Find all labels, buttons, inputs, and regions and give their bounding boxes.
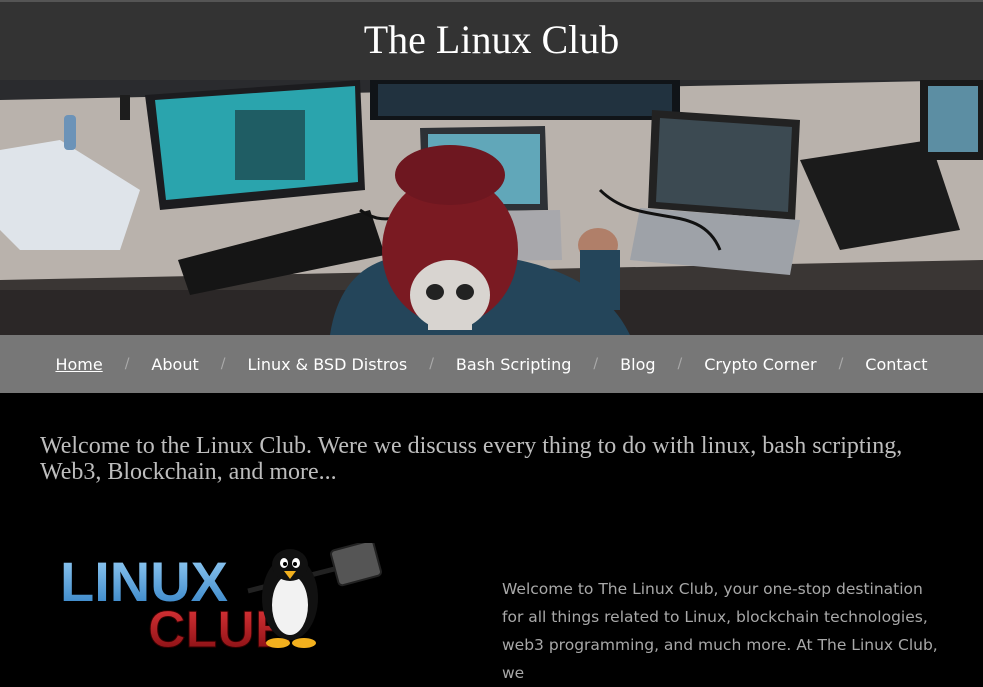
hero-banner-image — [0, 80, 983, 335]
welcome-heading: Welcome to the Linux Club. Were we discu… — [40, 433, 903, 485]
nav-separator: / — [220, 356, 226, 372]
hero-photo-illustration — [0, 80, 983, 335]
linux-club-logo: LINUX CLUB — [60, 543, 383, 653]
site-title: The Linux Club — [363, 17, 620, 62]
nav-item-home[interactable]: Home — [55, 355, 102, 374]
nav-item-bash-scripting[interactable]: Bash Scripting — [456, 355, 572, 374]
nav-item-blog[interactable]: Blog — [620, 355, 655, 374]
nav-separator: / — [429, 356, 434, 372]
nav-separator: / — [838, 356, 844, 372]
nav-separator: / — [677, 356, 683, 372]
nav-separator: / — [593, 356, 599, 372]
site-header: The Linux Club — [0, 0, 983, 80]
nav-item-crypto-corner[interactable]: Crypto Corner — [704, 355, 816, 374]
nav-item-distros[interactable]: Linux & BSD Distros — [247, 355, 407, 374]
nav-separator: / — [124, 356, 130, 372]
main-navigation: Home / About / Linux & BSD Distros / Bas… — [0, 335, 983, 393]
nav-item-contact[interactable]: Contact — [865, 355, 927, 374]
main-content: Welcome to the Linux Club. Were we discu… — [0, 393, 983, 682]
nav-item-about[interactable]: About — [151, 355, 198, 374]
intro-paragraph: Welcome to The Linux Club, your one-stop… — [502, 580, 938, 682]
